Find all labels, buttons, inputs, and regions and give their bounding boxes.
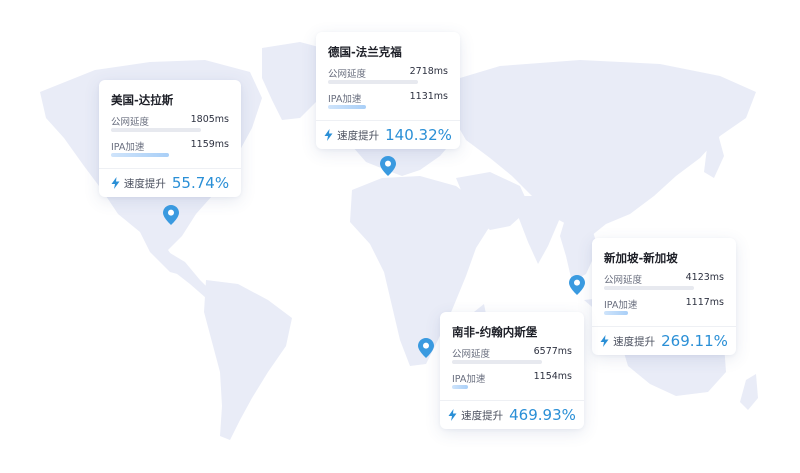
map-pin-icon[interactable] bbox=[380, 156, 396, 176]
lightning-icon bbox=[448, 409, 457, 421]
ipa-accel-label: IPA加速 bbox=[604, 300, 638, 311]
map-pin-icon[interactable] bbox=[418, 338, 434, 358]
public-latency-row: 公网延度 4123ms bbox=[604, 272, 724, 296]
card-singapore: 新加坡-新加坡 公网延度 4123ms IPA加速 1117ms 速度提升 26… bbox=[592, 238, 736, 355]
speed-boost-value: 269.11% bbox=[661, 332, 728, 350]
public-latency-label: 公网延度 bbox=[111, 117, 150, 128]
map-pin-icon[interactable] bbox=[569, 275, 585, 295]
ipa-accel-label: IPA加速 bbox=[111, 142, 145, 153]
speed-boost-label: 速度提升 bbox=[461, 409, 504, 422]
public-latency-bar bbox=[328, 80, 418, 84]
public-latency-label: 公网延度 bbox=[328, 69, 367, 80]
ipa-accel-row: IPA加速 1117ms bbox=[604, 297, 724, 321]
card-title: 南非-约翰内斯堡 bbox=[452, 325, 538, 339]
ipa-accel-label: IPA加速 bbox=[328, 94, 362, 105]
speed-boost-label: 速度提升 bbox=[613, 335, 656, 348]
ipa-accel-bar bbox=[111, 153, 169, 157]
ipa-accel-value: 1131ms bbox=[409, 91, 448, 102]
card-germany-frankfurt: 德国-法兰克福 公网延度 2718ms IPA加速 1131ms 速度提升 14… bbox=[316, 32, 460, 149]
public-latency-value: 6577ms bbox=[533, 346, 572, 357]
speed-boost: 速度提升 469.93% bbox=[440, 400, 584, 429]
ipa-accel-value: 1154ms bbox=[533, 371, 572, 382]
public-latency-row: 公网延度 2718ms bbox=[328, 66, 448, 90]
speed-boost-label: 速度提升 bbox=[337, 129, 380, 142]
public-latency-value: 1805ms bbox=[190, 114, 229, 125]
public-latency-bar bbox=[452, 360, 542, 364]
land-south-america bbox=[204, 280, 292, 440]
speed-boost-value: 140.32% bbox=[385, 126, 452, 144]
public-latency-row: 公网延度 6577ms bbox=[452, 346, 572, 370]
card-southafrica-johannesburg: 南非-约翰内斯堡 公网延度 6577ms IPA加速 1154ms 速度提升 4… bbox=[440, 312, 584, 429]
lightning-icon bbox=[111, 177, 120, 189]
public-latency-label: 公网延度 bbox=[604, 275, 643, 286]
lightning-icon bbox=[600, 335, 609, 347]
speed-boost: 速度提升 140.32% bbox=[316, 120, 460, 149]
ipa-accel-bar bbox=[604, 311, 628, 315]
public-latency-value: 2718ms bbox=[409, 66, 448, 77]
public-latency-row: 公网延度 1805ms bbox=[111, 114, 229, 138]
land-india bbox=[518, 196, 560, 264]
card-usa-dallas: 美国-达拉斯 公网延度 1805ms IPA加速 1159ms 速度提升 55.… bbox=[99, 80, 241, 197]
speed-boost-label: 速度提升 bbox=[123, 177, 166, 190]
card-title: 新加坡-新加坡 bbox=[604, 251, 678, 265]
land-new-zealand bbox=[740, 374, 758, 410]
lightning-icon bbox=[324, 129, 333, 141]
ipa-accel-value: 1159ms bbox=[190, 139, 229, 150]
speed-boost: 速度提升 269.11% bbox=[592, 326, 736, 355]
public-latency-value: 4123ms bbox=[685, 272, 724, 283]
ipa-accel-bar bbox=[328, 105, 366, 109]
public-latency-label: 公网延度 bbox=[452, 349, 491, 360]
card-title: 德国-法兰克福 bbox=[328, 45, 402, 59]
map-pin-icon[interactable] bbox=[163, 205, 179, 225]
ipa-accel-bar bbox=[452, 385, 468, 389]
ipa-accel-row: IPA加速 1159ms bbox=[111, 139, 229, 163]
ipa-accel-row: IPA加速 1131ms bbox=[328, 91, 448, 115]
speed-boost-value: 469.93% bbox=[509, 406, 576, 424]
ipa-accel-row: IPA加速 1154ms bbox=[452, 371, 572, 395]
speed-boost: 速度提升 55.74% bbox=[99, 168, 241, 197]
ipa-accel-value: 1117ms bbox=[685, 297, 724, 308]
land-central-america bbox=[165, 250, 212, 298]
ipa-accel-label: IPA加速 bbox=[452, 374, 486, 385]
card-title: 美国-达拉斯 bbox=[111, 93, 174, 107]
public-latency-bar bbox=[111, 128, 201, 132]
speed-boost-value: 55.74% bbox=[171, 174, 230, 192]
public-latency-bar bbox=[604, 286, 694, 290]
